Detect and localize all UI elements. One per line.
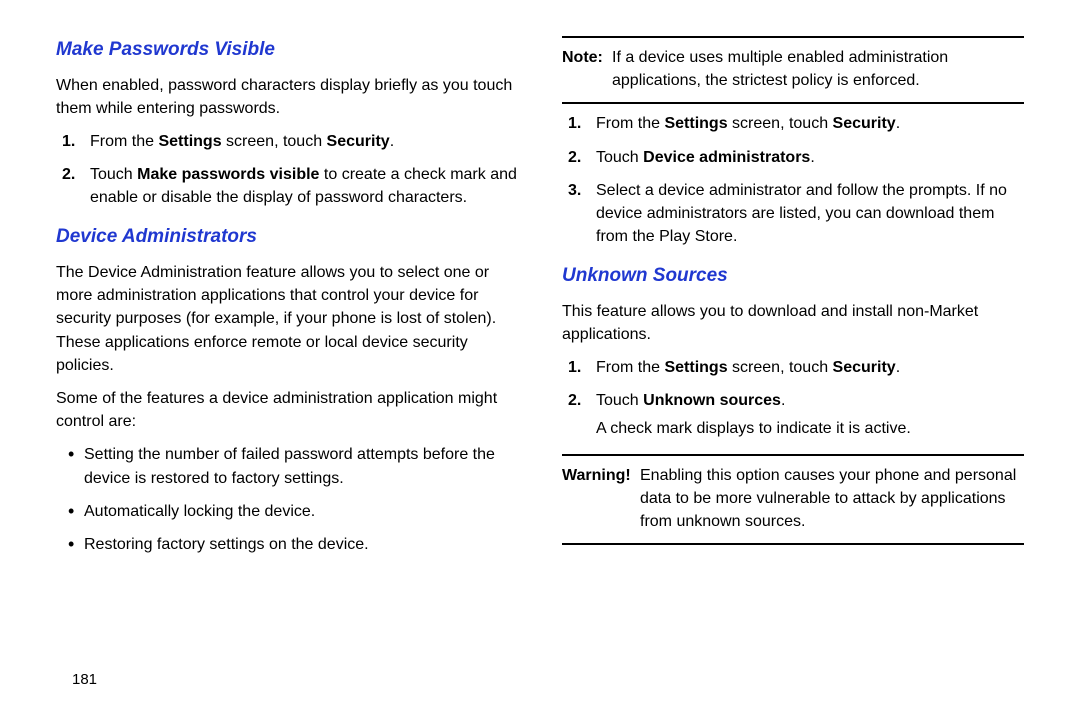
- paragraph: When enabled, password characters displa…: [56, 74, 518, 120]
- page-number: 181: [72, 671, 97, 688]
- heading-device-administrators: Device Administrators: [56, 223, 518, 251]
- left-column: Make Passwords Visible When enabled, pas…: [56, 36, 518, 566]
- step-item: 2. Touch Device administrators.: [590, 146, 1024, 169]
- note-label: Note:: [562, 46, 603, 69]
- text: Select a device administrator and follow…: [596, 182, 1007, 245]
- step-trail-text: A check mark displays to indicate it is …: [596, 417, 1024, 440]
- heading-make-passwords-visible: Make Passwords Visible: [56, 36, 518, 64]
- warning-label: Warning!: [562, 464, 631, 487]
- horizontal-rule: [562, 454, 1024, 456]
- horizontal-rule: [562, 36, 1024, 38]
- text: .: [896, 115, 900, 132]
- horizontal-rule: [562, 543, 1024, 545]
- bullet-item: Restoring factory settings on the device…: [70, 533, 518, 556]
- text: From the: [596, 359, 664, 376]
- text: Touch: [596, 392, 643, 409]
- text: From the: [596, 115, 664, 132]
- text: screen, touch: [222, 133, 327, 150]
- paragraph: Some of the features a device administra…: [56, 387, 518, 433]
- bullet-list: Setting the number of failed password at…: [56, 443, 518, 556]
- step-item: 1. From the Settings screen, touch Secur…: [590, 112, 1024, 135]
- text: .: [781, 392, 785, 409]
- bullet-item: Automatically locking the device.: [70, 500, 518, 523]
- bold-text: Make passwords visible: [137, 166, 319, 183]
- bold-text: Settings: [664, 115, 727, 132]
- bold-text: Settings: [664, 359, 727, 376]
- document-page: Make Passwords Visible When enabled, pas…: [0, 0, 1080, 576]
- bold-text: Security: [833, 359, 896, 376]
- note-block: Note: If a device uses multiple enabled …: [562, 46, 1024, 92]
- right-column: Note: If a device uses multiple enabled …: [562, 36, 1024, 566]
- step-item: 2. Touch Unknown sources. A check mark d…: [590, 389, 1024, 439]
- heading-unknown-sources: Unknown Sources: [562, 262, 1024, 290]
- step-item: 1. From the Settings screen, touch Secur…: [590, 356, 1024, 379]
- paragraph: The Device Administration feature allows…: [56, 261, 518, 377]
- text: .: [810, 149, 814, 166]
- bold-text: Device administrators: [643, 149, 810, 166]
- horizontal-rule: [562, 102, 1024, 104]
- warning-block: Warning! Enabling this option causes you…: [562, 464, 1024, 534]
- step-item: 2. Touch Make passwords visible to creat…: [84, 163, 518, 209]
- bold-text: Security: [833, 115, 896, 132]
- text: Touch: [90, 166, 137, 183]
- steps-list: 1. From the Settings screen, touch Secur…: [56, 130, 518, 210]
- paragraph: This feature allows you to download and …: [562, 300, 1024, 346]
- note-text: If a device uses multiple enabled admini…: [612, 49, 948, 89]
- step-item: 3. Select a device administrator and fol…: [590, 179, 1024, 249]
- step-item: 1. From the Settings screen, touch Secur…: [84, 130, 518, 153]
- steps-list: 1. From the Settings screen, touch Secur…: [562, 356, 1024, 440]
- warning-text: Enabling this option causes your phone a…: [640, 467, 1016, 530]
- bullet-item: Setting the number of failed password at…: [70, 443, 518, 489]
- steps-list: 1. From the Settings screen, touch Secur…: [562, 112, 1024, 248]
- bold-text: Settings: [158, 133, 221, 150]
- text: Touch: [596, 149, 643, 166]
- text: screen, touch: [728, 115, 833, 132]
- text: .: [896, 359, 900, 376]
- text: From the: [90, 133, 158, 150]
- bold-text: Security: [327, 133, 390, 150]
- text: screen, touch: [728, 359, 833, 376]
- text: .: [390, 133, 394, 150]
- bold-text: Unknown sources: [643, 392, 781, 409]
